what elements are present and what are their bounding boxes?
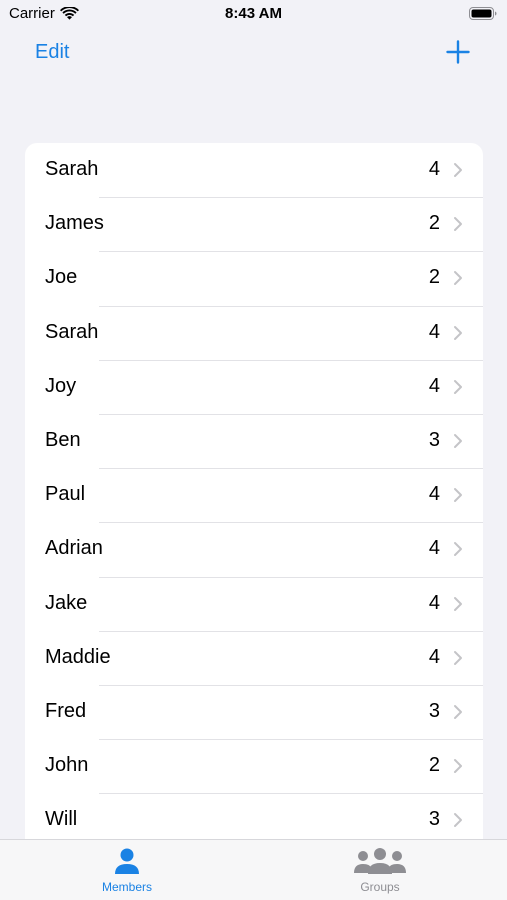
chevron-right-icon bbox=[454, 163, 462, 177]
member-count: 4 bbox=[428, 158, 440, 180]
tab-groups-label: Groups bbox=[360, 880, 400, 894]
member-name: Joy bbox=[45, 374, 77, 397]
member-row[interactable]: Sarah 4 bbox=[25, 143, 483, 197]
member-row[interactable]: Ben 3 bbox=[25, 413, 483, 468]
member-name: Sarah bbox=[45, 320, 99, 343]
member-row[interactable]: Paul 4 bbox=[25, 468, 483, 522]
member-name: Jake bbox=[45, 591, 88, 614]
chevron-right-icon bbox=[454, 759, 462, 774]
tab-members-label: Members bbox=[101, 880, 152, 894]
member-count: 4 bbox=[428, 483, 440, 506]
member-name: Adrian bbox=[45, 537, 103, 560]
member-name: Paul bbox=[45, 483, 86, 506]
member-name: Fred bbox=[45, 699, 87, 722]
person-icon bbox=[115, 848, 139, 874]
member-count: 2 bbox=[428, 212, 440, 235]
chevron-right-icon bbox=[454, 271, 462, 286]
member-row[interactable]: John 2 bbox=[25, 739, 483, 793]
member-name: James bbox=[45, 212, 104, 235]
member-row[interactable]: Sarah 4 bbox=[25, 305, 483, 360]
navigation-bar: Edit bbox=[0, 28, 507, 78]
chevron-right-icon bbox=[454, 704, 462, 719]
member-row[interactable]: Jake 4 bbox=[25, 576, 483, 631]
member-row[interactable]: Maddie 4 bbox=[25, 630, 483, 685]
member-count: 3 bbox=[428, 808, 440, 831]
member-count: 3 bbox=[428, 428, 440, 451]
status-bar: Carrier 8:43 AM bbox=[0, 0, 507, 28]
member-name: Sarah bbox=[45, 158, 99, 180]
member-name: Maddie bbox=[45, 645, 111, 668]
member-row[interactable]: Joy 4 bbox=[25, 359, 483, 414]
plus-icon[interactable] bbox=[446, 40, 470, 64]
member-count: 4 bbox=[428, 320, 440, 343]
chevron-right-icon bbox=[454, 488, 462, 503]
clock: 8:43 AM bbox=[225, 5, 282, 22]
chevron-right-icon bbox=[454, 325, 462, 340]
member-row[interactable]: Fred 3 bbox=[25, 684, 483, 739]
member-row[interactable]: James 2 bbox=[25, 197, 483, 251]
chevron-right-icon bbox=[454, 217, 462, 232]
member-count: 4 bbox=[428, 537, 440, 560]
edit-button[interactable]: Edit bbox=[35, 41, 69, 64]
member-count: 2 bbox=[428, 266, 440, 289]
member-count: 2 bbox=[428, 754, 440, 777]
chevron-right-icon bbox=[454, 433, 462, 448]
member-name: Ben bbox=[45, 428, 81, 451]
member-count: 4 bbox=[428, 374, 440, 397]
member-list: Sarah 4 James 2 Joe 2 Sarah 4 Joy 4 Ben 3 Paul 4 Adria… bbox=[25, 143, 483, 863]
member-count: 3 bbox=[428, 699, 440, 722]
chevron-right-icon bbox=[454, 596, 462, 611]
tab-groups[interactable]: Groups bbox=[320, 846, 440, 898]
member-row[interactable]: Adrian 4 bbox=[25, 522, 483, 576]
tab-bar: Members Groups bbox=[0, 839, 507, 900]
member-name: Will bbox=[45, 808, 78, 831]
member-row[interactable]: Joe 2 bbox=[25, 251, 483, 305]
group-icon bbox=[354, 848, 406, 874]
member-name: John bbox=[45, 754, 89, 777]
chevron-right-icon bbox=[454, 650, 462, 665]
chevron-right-icon bbox=[454, 813, 462, 828]
tab-members[interactable]: Members bbox=[67, 846, 187, 898]
member-count: 4 bbox=[428, 645, 440, 668]
chevron-right-icon bbox=[454, 379, 462, 394]
member-count: 4 bbox=[428, 591, 440, 614]
chevron-right-icon bbox=[454, 542, 462, 557]
member-name: Joe bbox=[45, 266, 78, 289]
battery-icon bbox=[469, 7, 497, 20]
